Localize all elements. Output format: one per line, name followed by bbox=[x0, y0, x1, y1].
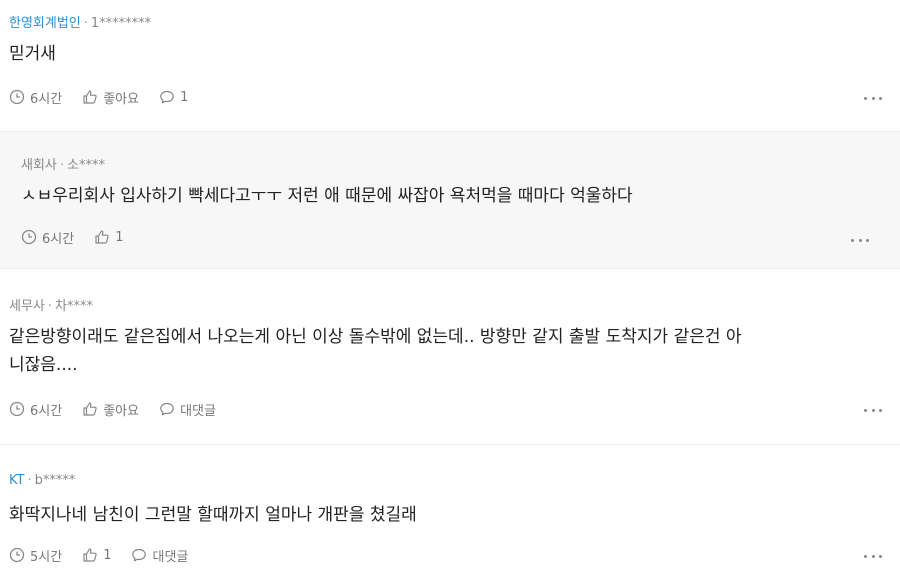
more-options-button[interactable] bbox=[864, 93, 882, 103]
more-options-button[interactable] bbox=[864, 405, 882, 415]
thumbs-up-icon bbox=[83, 402, 97, 416]
more-options-button[interactable] bbox=[851, 235, 869, 245]
timestamp-text: 6시간 bbox=[30, 403, 63, 419]
like-button[interactable]: 좋아요 bbox=[82, 88, 139, 107]
comment-meta: 새회사 · 소**** bbox=[21, 154, 105, 173]
comment-actions: 6시간 1 bbox=[21, 227, 143, 247]
more-dot bbox=[858, 238, 862, 242]
speech-bubble-icon bbox=[132, 548, 147, 562]
comment-meta: 세무사 · 차**** bbox=[9, 295, 93, 314]
thumbs-up-icon bbox=[95, 230, 109, 244]
clock-icon bbox=[21, 229, 37, 245]
reply-button[interactable]: 1 bbox=[159, 89, 188, 105]
reply-button[interactable]: 대댓글 bbox=[131, 546, 188, 565]
like-label: 좋아요 bbox=[103, 403, 140, 419]
reply-label: 대댓글 bbox=[152, 549, 189, 565]
clock-icon bbox=[9, 401, 25, 417]
meta-separator: · bbox=[47, 299, 53, 314]
like-label: 좋아요 bbox=[103, 91, 140, 107]
comment-author[interactable]: KT bbox=[9, 473, 24, 488]
comment-meta: 한영회계법인 · 1******** bbox=[9, 12, 151, 31]
comment-actions: 6시간 좋아요 대댓글 bbox=[9, 399, 236, 419]
comment-text-line: 니잖음.... bbox=[9, 355, 78, 375]
more-dot bbox=[879, 554, 882, 558]
comment-author[interactable]: 한영회계법인 bbox=[9, 16, 81, 31]
meta-separator: · bbox=[59, 158, 65, 173]
like-button[interactable]: 1 bbox=[94, 229, 123, 245]
timestamp-text: 5시간 bbox=[30, 549, 63, 565]
meta-separator: · bbox=[83, 16, 88, 31]
more-dot bbox=[871, 96, 875, 100]
comment-4: KT · b***** 화딱지나네 남친이 그런말 할때까지 얼마나 개판을 쳤길래… bbox=[0, 445, 900, 584]
timestamp-text: 6시간 bbox=[42, 231, 75, 247]
speech-bubble-icon bbox=[160, 402, 174, 416]
more-dots-icon bbox=[851, 238, 854, 242]
timestamp-text: 6시간 bbox=[30, 91, 63, 107]
more-dots-icon bbox=[864, 408, 867, 412]
like-count: 1 bbox=[103, 547, 112, 563]
comment-meta: KT · b***** bbox=[9, 473, 75, 488]
reply-label: 대댓글 bbox=[180, 403, 216, 419]
reply-button[interactable]: 대댓글 bbox=[159, 400, 216, 419]
timestamp: 6시간 bbox=[21, 228, 74, 247]
thumbs-up-icon bbox=[83, 90, 97, 104]
timestamp: 6시간 bbox=[9, 88, 62, 107]
comment-actions: 6시간 좋아요 1 bbox=[9, 87, 208, 107]
reply-count: 1 bbox=[180, 89, 189, 105]
more-dot bbox=[866, 238, 869, 242]
comment-text: 같은방향이래도 같은집에서 나오는게 아닌 이상 돌수밖에 없는데.. 방향만 … bbox=[9, 323, 889, 379]
comment-actions: 5시간 1 대댓글 bbox=[9, 545, 208, 565]
more-options-button[interactable] bbox=[864, 551, 882, 561]
comment-author[interactable]: 세무사 bbox=[9, 299, 45, 314]
comment-1: 한영회계법인 · 1******** 믿거새 6시간 좋아요 1 bbox=[0, 0, 900, 131]
comment-text: 화딱지나네 남친이 그런말 할때까지 얼마나 개판을 쳤길래 bbox=[9, 505, 417, 525]
comment-text: ㅅㅂ우리회사 입사하기 빡세다고ㅜㅜ 저런 애 때문에 싸잡아 욕처먹을 때마다… bbox=[21, 186, 633, 206]
more-dot bbox=[871, 554, 875, 558]
meta-separator: · bbox=[27, 473, 32, 488]
timestamp: 5시간 bbox=[9, 546, 62, 565]
clock-icon bbox=[9, 89, 25, 105]
timestamp: 6시간 bbox=[9, 400, 62, 419]
comment-3: 세무사 · 차**** 같은방향이래도 같은집에서 나오는게 아닌 이상 돌수밖에 … bbox=[0, 269, 900, 444]
more-dot bbox=[871, 408, 875, 412]
thumbs-up-icon bbox=[83, 548, 97, 562]
more-dot bbox=[879, 408, 882, 412]
clock-icon bbox=[9, 547, 25, 563]
comment-text-line: 같은방향이래도 같은집에서 나오는게 아닌 이상 돌수밖에 없는데.. 방향만 … bbox=[9, 327, 742, 347]
more-dot bbox=[879, 96, 882, 100]
comment-author[interactable]: 새회사 bbox=[21, 158, 57, 173]
comment-user: 1******** bbox=[90, 16, 152, 31]
like-button[interactable]: 좋아요 bbox=[82, 400, 139, 419]
comment-user: b***** bbox=[34, 473, 76, 488]
speech-bubble-icon bbox=[160, 90, 174, 104]
comment-user: 소**** bbox=[67, 158, 105, 173]
comment-user: 차**** bbox=[55, 299, 93, 314]
comment-text: 믿거새 bbox=[9, 44, 56, 64]
more-dots-icon bbox=[864, 96, 867, 100]
like-count: 1 bbox=[115, 229, 124, 245]
like-button[interactable]: 1 bbox=[82, 547, 111, 563]
more-dots-icon bbox=[864, 554, 867, 558]
comment-2-reply: 새회사 · 소**** ㅅㅂ우리회사 입사하기 빡세다고ㅜㅜ 저런 애 때문에 싸잡… bbox=[0, 132, 900, 268]
